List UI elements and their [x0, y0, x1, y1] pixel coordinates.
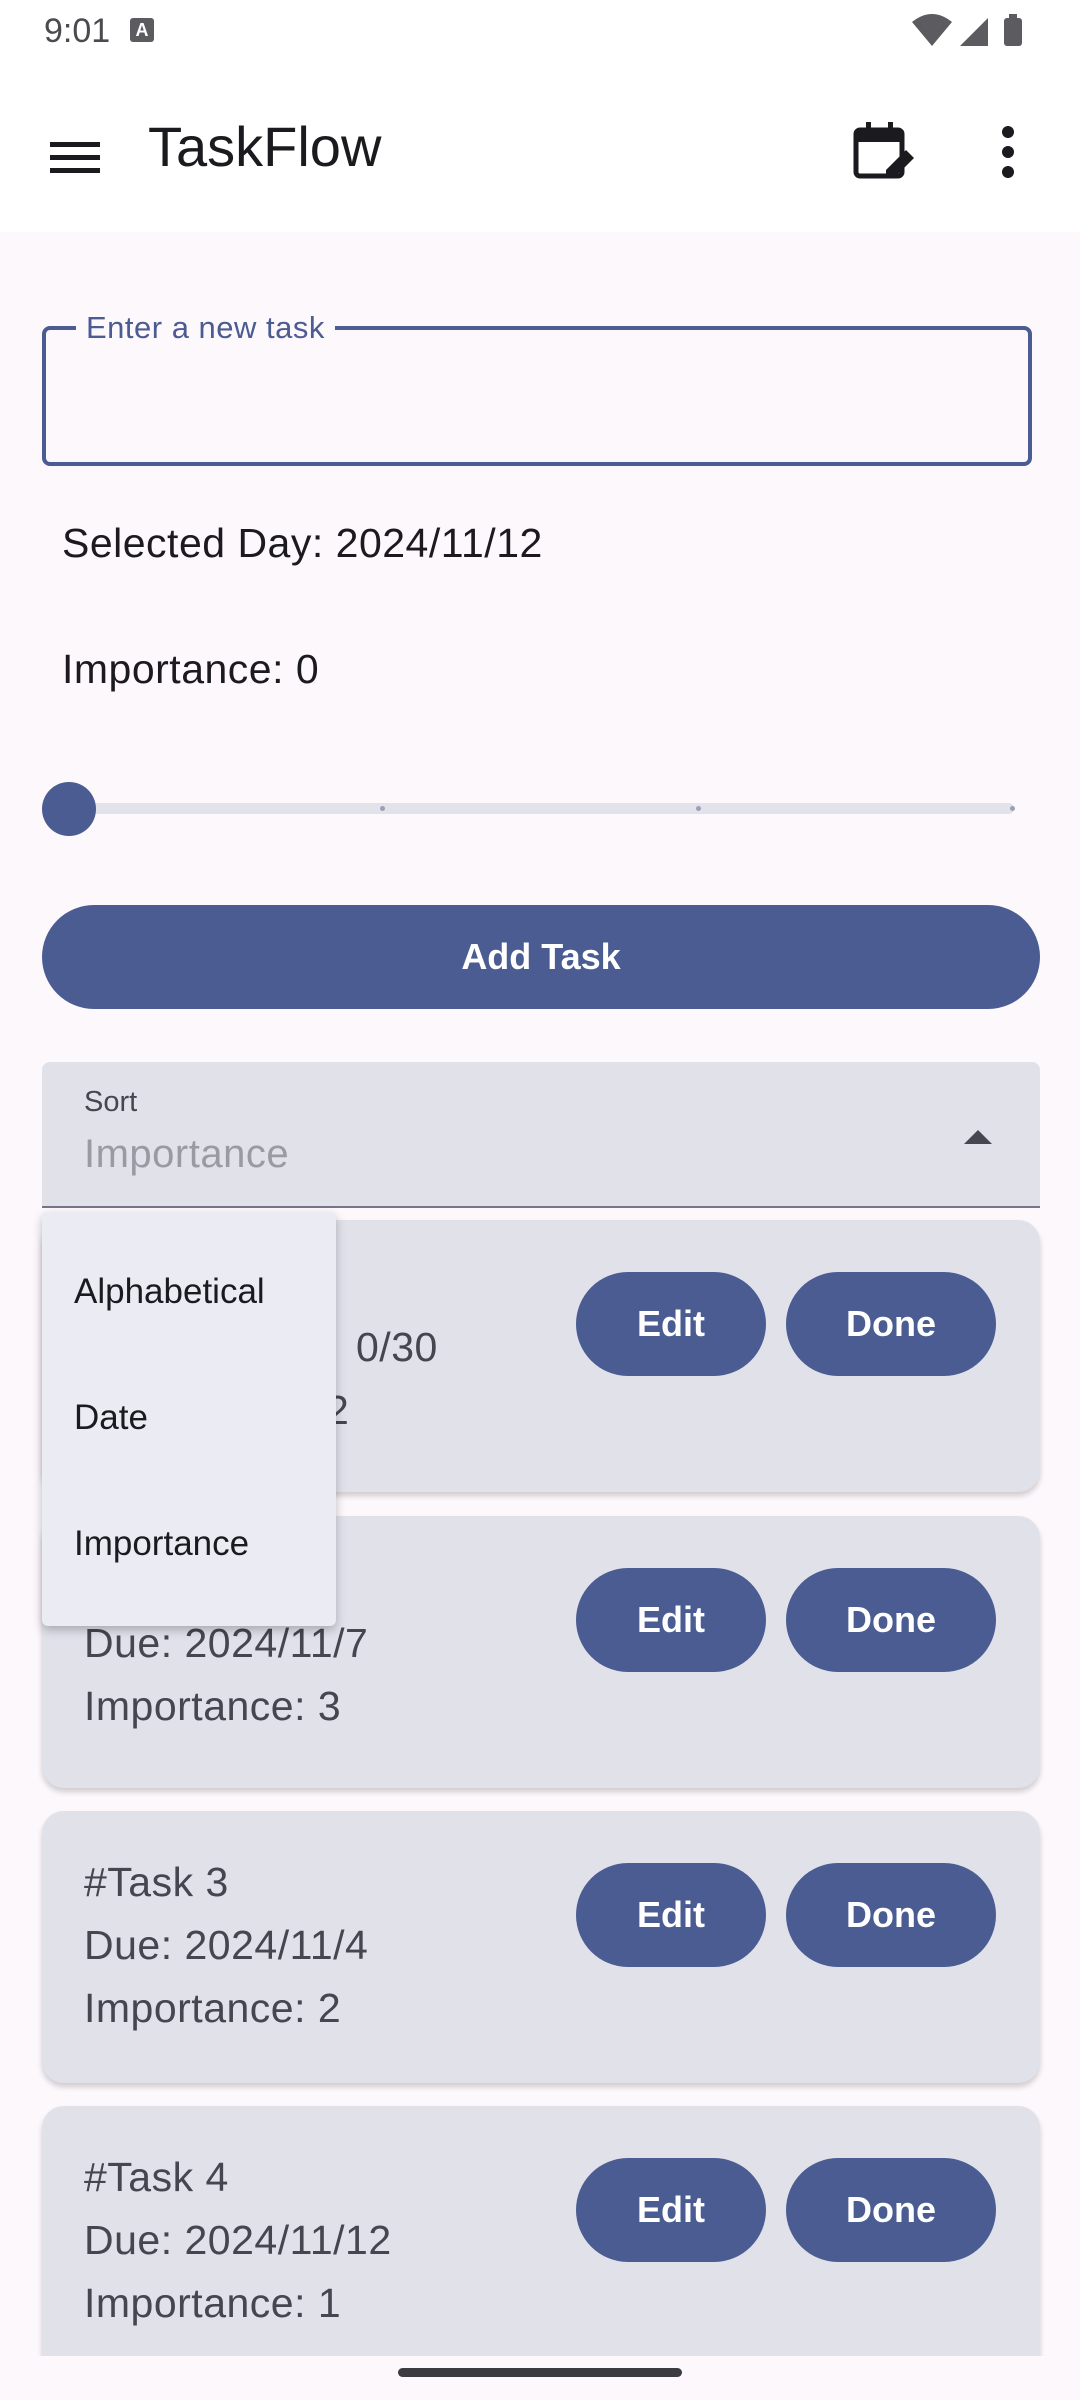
done-button[interactable]: Done: [786, 1863, 996, 1967]
task-importance: 2: [326, 1387, 350, 1433]
app-title: TaskFlow: [148, 115, 382, 178]
task-importance: Importance: 1: [84, 2280, 342, 2326]
home-indicator[interactable]: [398, 2368, 682, 2377]
wifi-icon: [912, 14, 952, 46]
task-title: #Task 3: [84, 1859, 229, 1905]
menu-icon[interactable]: [40, 122, 110, 192]
edit-button[interactable]: Edit: [576, 1568, 766, 1672]
task-due: 0/30: [356, 1324, 438, 1370]
task-importance: Importance: 3: [84, 1683, 342, 1729]
status-bar: 9:01 A: [0, 0, 1080, 62]
slider-thumb[interactable]: [42, 782, 96, 836]
task-text: Due: 2024/11/7 Importance: 3: [84, 1612, 368, 1738]
importance-slider[interactable]: [42, 780, 1026, 838]
task-text: #Task 3 Due: 2024/11/4 Importance: 2: [84, 1851, 368, 2040]
sort-option-alphabetical[interactable]: Alphabetical: [74, 1272, 265, 1312]
slider-track: [62, 803, 1014, 814]
navigation-bar: [0, 2356, 1080, 2400]
task-title: #Task 4: [84, 2154, 229, 2200]
done-button[interactable]: Done: [786, 1272, 996, 1376]
done-button[interactable]: Done: [786, 1568, 996, 1672]
app-bar: TaskFlow: [0, 62, 1080, 232]
selected-day-text: Selected Day: 2024/11/12: [62, 520, 543, 566]
add-task-button[interactable]: Add Task: [42, 905, 1040, 1009]
done-button[interactable]: Done: [786, 2158, 996, 2262]
task-text: 0/30 2: [326, 1316, 438, 1442]
task-due: Due: 2024/11/4: [84, 1922, 369, 1968]
new-task-label: Enter a new task: [76, 310, 335, 346]
signal-icon: [960, 18, 988, 46]
sort-value: Importance: [84, 1132, 290, 1176]
edit-button[interactable]: Edit: [576, 1272, 766, 1376]
more-options-icon[interactable]: [972, 116, 1044, 188]
task-due: Due: 2024/11/12: [84, 2217, 392, 2263]
slider-tick: [696, 806, 701, 811]
status-icons: [910, 12, 1040, 57]
sort-option-date[interactable]: Date: [74, 1398, 148, 1438]
task-text: #Task 4 Due: 2024/11/12 Importance: 1: [84, 2146, 392, 2335]
notification-icon: A: [130, 18, 154, 42]
calendar-edit-icon[interactable]: [846, 116, 918, 188]
task-importance: Importance: 2: [84, 1985, 342, 2031]
slider-tick: [1010, 806, 1015, 811]
status-time: 9:01: [44, 12, 111, 50]
sort-label: Sort: [84, 1086, 138, 1118]
edit-button[interactable]: Edit: [576, 2158, 766, 2262]
importance-label: Importance: 0: [62, 646, 320, 692]
new-task-input[interactable]: [66, 360, 1010, 432]
battery-icon: [1004, 14, 1022, 46]
slider-tick: [380, 806, 385, 811]
task-card: #Task 4 Due: 2024/11/12 Importance: 1 Ed…: [42, 2106, 1040, 2378]
sort-menu: Alphabetical Date Importance: [42, 1212, 336, 1626]
edit-button[interactable]: Edit: [576, 1863, 766, 1967]
task-card: #Task 3 Due: 2024/11/4 Importance: 2 Edi…: [42, 1811, 1040, 2083]
sort-dropdown[interactable]: Sort Importance: [42, 1062, 1040, 1208]
new-task-field[interactable]: Enter a new task: [42, 310, 1032, 466]
sort-option-importance[interactable]: Importance: [74, 1524, 249, 1564]
dropdown-arrow-icon: [964, 1130, 992, 1144]
